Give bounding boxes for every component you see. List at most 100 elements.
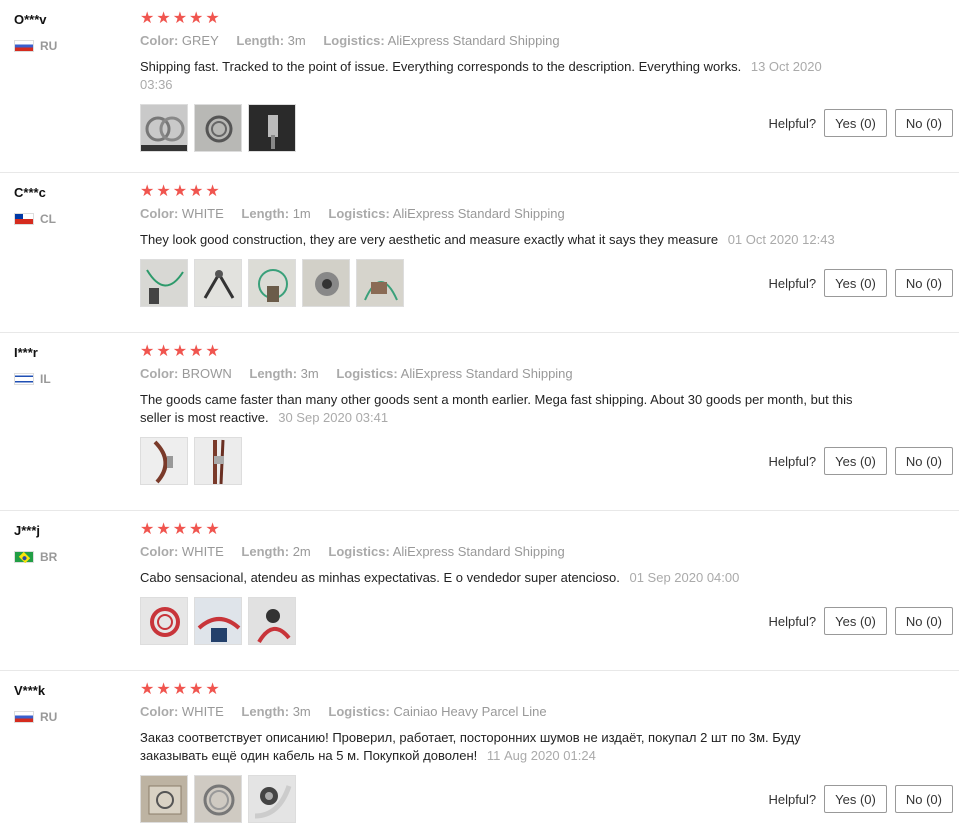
color-value: WHITE	[181, 544, 224, 559]
review-photo[interactable]	[140, 775, 188, 823]
reviewer-name: O***v	[14, 12, 47, 27]
review-photos	[140, 597, 860, 645]
flag-cl-icon	[14, 213, 34, 225]
review-photo[interactable]	[194, 259, 242, 307]
star-rating: ★ ★ ★ ★ ★	[140, 682, 860, 698]
star-icon: ★	[172, 343, 188, 360]
helpful-yes-button[interactable]: Yes (0)	[824, 607, 887, 635]
reviewer-country: RU	[14, 710, 57, 724]
reviewer-country: IL	[14, 372, 51, 386]
reviewer-name: J***j	[14, 523, 41, 538]
helpful-no-button[interactable]: No (0)	[894, 109, 953, 137]
star-rating: ★ ★ ★ ★ ★	[140, 184, 860, 200]
order-attributes: Color: GREY Length: 3m Logistics: AliExp…	[140, 33, 860, 48]
flag-ru-icon	[14, 40, 34, 52]
country-code: BR	[40, 550, 58, 564]
review-text-block: They look good construction, they are ve…	[140, 231, 855, 249]
helpful-yes-button[interactable]: Yes (0)	[824, 269, 887, 297]
logistics-label: Logistics:	[323, 33, 385, 48]
review-text-block: Заказ соответствует описанию! Проверил, …	[140, 729, 855, 765]
length-label: Length:	[249, 366, 298, 381]
helpful-controls: Helpful? Yes (0) No (0)	[768, 269, 953, 297]
review-photo[interactable]	[140, 104, 188, 152]
star-icon: ★	[205, 681, 220, 698]
review-photo[interactable]	[248, 259, 296, 307]
helpful-label: Helpful?	[768, 453, 817, 469]
review-body: ★ ★ ★ ★ ★ Color: WHITE Length: 1m Logistics:…	[140, 184, 860, 307]
review-date: 11 Aug 2020 01:24	[486, 748, 596, 763]
review-text: Shipping fast. Tracked to the point of i…	[140, 59, 742, 74]
helpful-controls: Helpful? Yes (0) No (0)	[768, 109, 953, 137]
color-value: WHITE	[181, 704, 224, 719]
country-code: IL	[40, 372, 51, 386]
review-photo[interactable]	[194, 437, 242, 485]
length-value: 3m	[300, 366, 319, 381]
length-label: Length:	[236, 33, 285, 48]
country-code: RU	[40, 710, 58, 724]
helpful-yes-button[interactable]: Yes (0)	[824, 785, 887, 813]
helpful-no-button[interactable]: No (0)	[894, 785, 953, 813]
review-body: ★ ★ ★ ★ ★ Color: WHITE Length: 2m Logistics:…	[140, 522, 860, 645]
star-rating: ★ ★ ★ ★ ★	[140, 11, 860, 27]
logistics-value: AliExpress Standard Shipping	[400, 366, 573, 381]
review-photo[interactable]	[356, 259, 404, 307]
star-icon: ★	[205, 10, 220, 27]
review-item: J***j BR ★ ★ ★ ★ ★ Color: WHITE Length: 2m L…	[0, 511, 959, 671]
order-attributes: Color: WHITE Length: 1m Logistics: AliEx…	[140, 206, 860, 221]
review-photo[interactable]	[194, 104, 242, 152]
reviewer-info: J***j BR	[14, 523, 57, 564]
star-icon: ★	[189, 10, 204, 27]
helpful-no-button[interactable]: No (0)	[894, 607, 953, 635]
length-value: 2m	[292, 544, 311, 559]
order-attributes: Color: BROWN Length: 3m Logistics: AliEx…	[140, 366, 860, 381]
review-text: The goods came faster than many other go…	[140, 392, 853, 425]
color-label: Color:	[140, 33, 179, 48]
star-icon: ★	[156, 343, 171, 360]
star-icon: ★	[140, 343, 155, 360]
review-photo[interactable]	[248, 104, 296, 152]
review-photo[interactable]	[194, 597, 242, 645]
length-value: 3m	[287, 33, 306, 48]
logistics-label: Logistics:	[328, 704, 390, 719]
review-photo[interactable]	[140, 437, 188, 485]
review-body: ★ ★ ★ ★ ★ Color: BROWN Length: 3m Logistics:…	[140, 344, 860, 485]
helpful-no-button[interactable]: No (0)	[894, 269, 953, 297]
reviewer-info: V***k RU	[14, 683, 57, 724]
review-photo[interactable]	[140, 597, 188, 645]
star-icon: ★	[156, 681, 171, 698]
reviewer-name: I***r	[14, 345, 38, 360]
length-value: 3m	[292, 704, 311, 719]
logistics-value: AliExpress Standard Shipping	[387, 33, 560, 48]
star-icon: ★	[189, 183, 204, 200]
helpful-no-button[interactable]: No (0)	[894, 447, 953, 475]
logistics-label: Logistics:	[336, 366, 398, 381]
review-text-block: Shipping fast. Tracked to the point of i…	[140, 58, 855, 94]
review-photo[interactable]	[140, 259, 188, 307]
star-icon: ★	[205, 183, 220, 200]
review-item: V***k RU ★ ★ ★ ★ ★ Color: WHITE Length: 3m L…	[0, 671, 959, 840]
review-text: They look good construction, they are ve…	[140, 232, 719, 247]
length-label: Length:	[241, 206, 290, 221]
review-photo[interactable]	[194, 775, 242, 823]
star-icon: ★	[156, 183, 171, 200]
review-photos	[140, 775, 860, 823]
review-photo[interactable]	[248, 597, 296, 645]
length-label: Length:	[241, 704, 290, 719]
star-icon: ★	[189, 343, 204, 360]
flag-br-icon	[14, 551, 34, 563]
review-date: 01 Sep 2020 04:00	[629, 570, 740, 585]
helpful-controls: Helpful? Yes (0) No (0)	[768, 607, 953, 635]
review-item: I***r IL ★ ★ ★ ★ ★ Color: BROWN Length: 3m L…	[0, 333, 959, 511]
star-icon: ★	[156, 10, 171, 27]
reviewer-country: BR	[14, 550, 57, 564]
review-photo[interactable]	[248, 775, 296, 823]
review-photo[interactable]	[302, 259, 350, 307]
star-icon: ★	[156, 521, 171, 538]
color-label: Color:	[140, 206, 179, 221]
color-label: Color:	[140, 544, 179, 559]
helpful-yes-button[interactable]: Yes (0)	[824, 447, 887, 475]
helpful-yes-button[interactable]: Yes (0)	[824, 109, 887, 137]
review-body: ★ ★ ★ ★ ★ Color: GREY Length: 3m Logistics: …	[140, 11, 860, 152]
review-photos	[140, 104, 860, 152]
color-label: Color:	[140, 366, 179, 381]
